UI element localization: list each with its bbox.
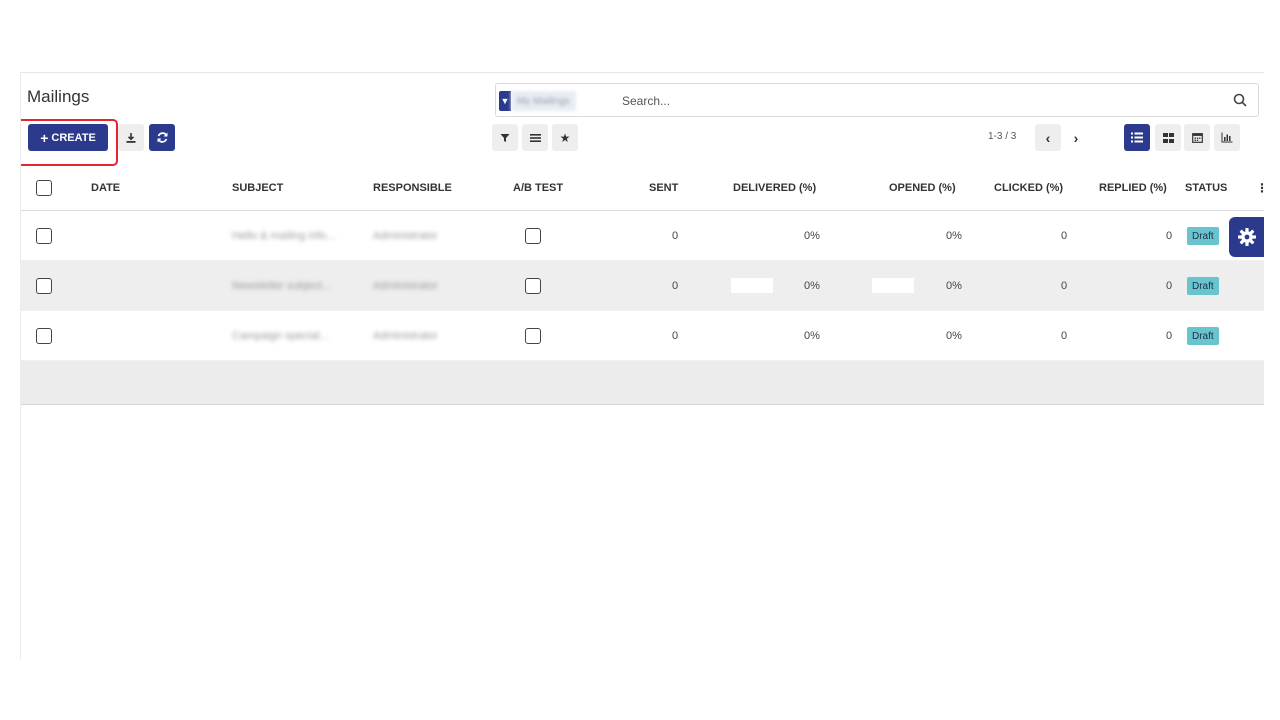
column-header-date[interactable]: DATE [91, 182, 120, 194]
bar-chart-icon [1221, 132, 1233, 143]
row-clicked: 0 [1061, 230, 1068, 242]
pager-value: 1-3 / 3 [988, 131, 1017, 142]
table-footer-row [21, 361, 1264, 405]
search-bar: ▼ My Mailings [495, 83, 1259, 117]
column-header-responsible[interactable]: RESPONSIBLE [373, 182, 452, 194]
download-icon [126, 132, 136, 143]
calendar-icon [1191, 133, 1203, 143]
optional-columns-icon[interactable]: ⋮ [1256, 181, 1264, 195]
pager-next-button[interactable]: › [1063, 124, 1089, 151]
create-button-label: CREATE [51, 131, 96, 144]
filter-facet-icon: ▼ [499, 91, 511, 111]
mailings-list-view: Mailings ▼ My Mailings + CREATE [20, 72, 1264, 660]
row-sent: 0 [672, 330, 679, 342]
search-facet[interactable]: ▼ My Mailings [499, 91, 576, 111]
list-view-icon [1131, 132, 1143, 143]
table-row[interactable]: Hello & mailing info... Administrator 0 … [21, 211, 1264, 261]
row-sent: 0 [672, 230, 679, 242]
filter-button[interactable] [492, 124, 518, 151]
row-checkbox[interactable] [36, 328, 52, 344]
row-delivered: 0% [804, 330, 820, 342]
row-responsible: Administrator [373, 330, 438, 342]
plus-icon: + [40, 129, 49, 146]
row-checkbox[interactable] [36, 278, 52, 294]
refresh-button[interactable] [149, 124, 175, 151]
row-clicked: 0 [1061, 330, 1068, 342]
search-input[interactable] [622, 90, 1182, 112]
table-header: DATE SUBJECT RESPONSIBLE A/B TEST SENT D… [21, 167, 1264, 211]
gear-icon [1238, 228, 1256, 246]
row-ab-test-checkbox [525, 278, 541, 294]
row-opened: 0% [946, 280, 962, 292]
column-header-opened[interactable]: OPENED (%) [889, 182, 956, 194]
row-clicked: 0 [1061, 280, 1068, 292]
list-view-button[interactable] [1124, 124, 1150, 151]
create-button[interactable]: + CREATE [28, 124, 108, 151]
row-responsible: Administrator [373, 280, 438, 292]
filter-icon [500, 133, 510, 142]
mailings-table: DATE SUBJECT RESPONSIBLE A/B TEST SENT D… [21, 167, 1264, 405]
group-by-button[interactable] [522, 124, 548, 151]
row-subject: Newsletter subject... [232, 280, 332, 292]
download-button[interactable] [118, 124, 144, 151]
table-row[interactable]: Newsletter subject... Administrator 0 0%… [21, 261, 1264, 311]
kanban-view-icon [1162, 132, 1174, 143]
status-badge: Draft [1187, 327, 1219, 345]
row-subject: Hello & mailing info... [232, 230, 336, 242]
delivered-progress-bar [731, 278, 773, 293]
row-opened: 0% [946, 330, 962, 342]
row-subject: Campaign special... [232, 330, 329, 342]
star-icon: ★ [559, 130, 571, 145]
column-header-clicked[interactable]: CLICKED (%) [994, 182, 1063, 194]
row-replied: 0 [1166, 280, 1173, 292]
row-delivered: 0% [804, 230, 820, 242]
chevron-right-icon: › [1073, 129, 1079, 146]
row-sent: 0 [672, 280, 679, 292]
column-header-status[interactable]: STATUS [1185, 182, 1227, 194]
column-header-ab-test[interactable]: A/B TEST [513, 182, 563, 194]
row-replied: 0 [1166, 330, 1173, 342]
opened-progress-bar [872, 278, 914, 293]
graph-view-button[interactable] [1214, 124, 1240, 151]
row-ab-test-checkbox [525, 228, 541, 244]
row-ab-test-checkbox [525, 328, 541, 344]
row-checkbox[interactable] [36, 228, 52, 244]
column-header-delivered[interactable]: DELIVERED (%) [733, 182, 816, 194]
kanban-view-button[interactable] [1155, 124, 1181, 151]
settings-toggle-button[interactable] [1229, 217, 1264, 257]
calendar-view-button[interactable] [1184, 124, 1210, 151]
chevron-left-icon: ‹ [1045, 129, 1051, 146]
column-header-sent[interactable]: SENT [649, 182, 678, 194]
list-icon [529, 133, 541, 142]
status-badge: Draft [1187, 227, 1219, 245]
search-facet-label: My Mailings [511, 91, 576, 111]
search-icon[interactable] [1232, 92, 1248, 108]
page-title: Mailings [27, 87, 90, 106]
favorites-button[interactable]: ★ [552, 124, 578, 151]
select-all-checkbox[interactable] [36, 180, 52, 196]
table-row[interactable]: Campaign special... Administrator 0 0% 0… [21, 311, 1264, 361]
status-badge: Draft [1187, 277, 1219, 295]
refresh-icon [157, 132, 167, 143]
pager-previous-button[interactable]: ‹ [1035, 124, 1061, 151]
column-header-subject[interactable]: SUBJECT [232, 182, 283, 194]
row-delivered: 0% [804, 280, 820, 292]
row-opened: 0% [946, 230, 962, 242]
row-responsible: Administrator [373, 230, 438, 242]
column-header-replied[interactable]: REPLIED (%) [1099, 182, 1167, 194]
row-replied: 0 [1166, 230, 1173, 242]
